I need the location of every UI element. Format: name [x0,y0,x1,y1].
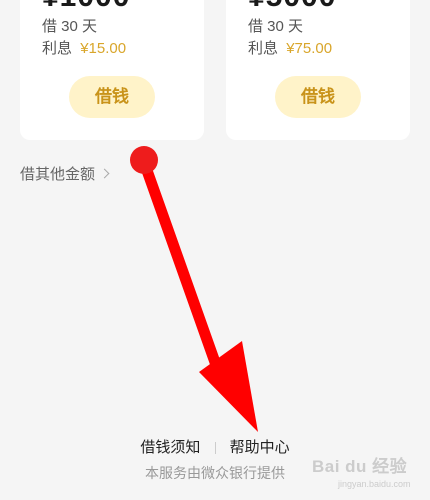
interest-row: 利息 ¥75.00 [248,38,332,60]
arrow-shaft [138,156,228,388]
help-center-link[interactable]: 帮助中心 [230,439,290,456]
borrow-button[interactable]: 借钱 [275,76,361,118]
loan-card-1000[interactable]: ¥1000 借 30 天 利息 ¥15.00 借钱 [20,0,204,140]
baidu-watermark-url: jingyan.baidu.com [338,479,411,489]
loan-amount: ¥1000 [42,0,130,14]
borrow-notice-link[interactable]: 借钱须知 [140,439,200,456]
interest-value: ¥15.00 [80,40,127,57]
baidu-watermark: Bai du 经验 [312,457,408,476]
loan-term: 借 30 天 [42,18,98,35]
loan-amount: ¥5000 [248,0,336,14]
interest-label: 利息 [248,40,279,57]
arrow-head [199,341,258,432]
loan-term: 借 30 天 [248,18,304,35]
other-amount-link[interactable]: 借其他金额 [20,163,110,184]
other-amount-label: 借其他金额 [20,166,96,183]
chevron-right-icon [99,168,110,179]
borrow-button[interactable]: 借钱 [69,76,155,118]
interest-label: 利息 [42,40,73,57]
interest-value: ¥75.00 [286,40,333,57]
arrow-start-dot [130,146,158,174]
interest-row: 利息 ¥15.00 [42,38,126,60]
loan-card-5000[interactable]: ¥5000 借 30 天 利息 ¥75.00 借钱 [226,0,410,140]
footer-divider [214,442,216,455]
